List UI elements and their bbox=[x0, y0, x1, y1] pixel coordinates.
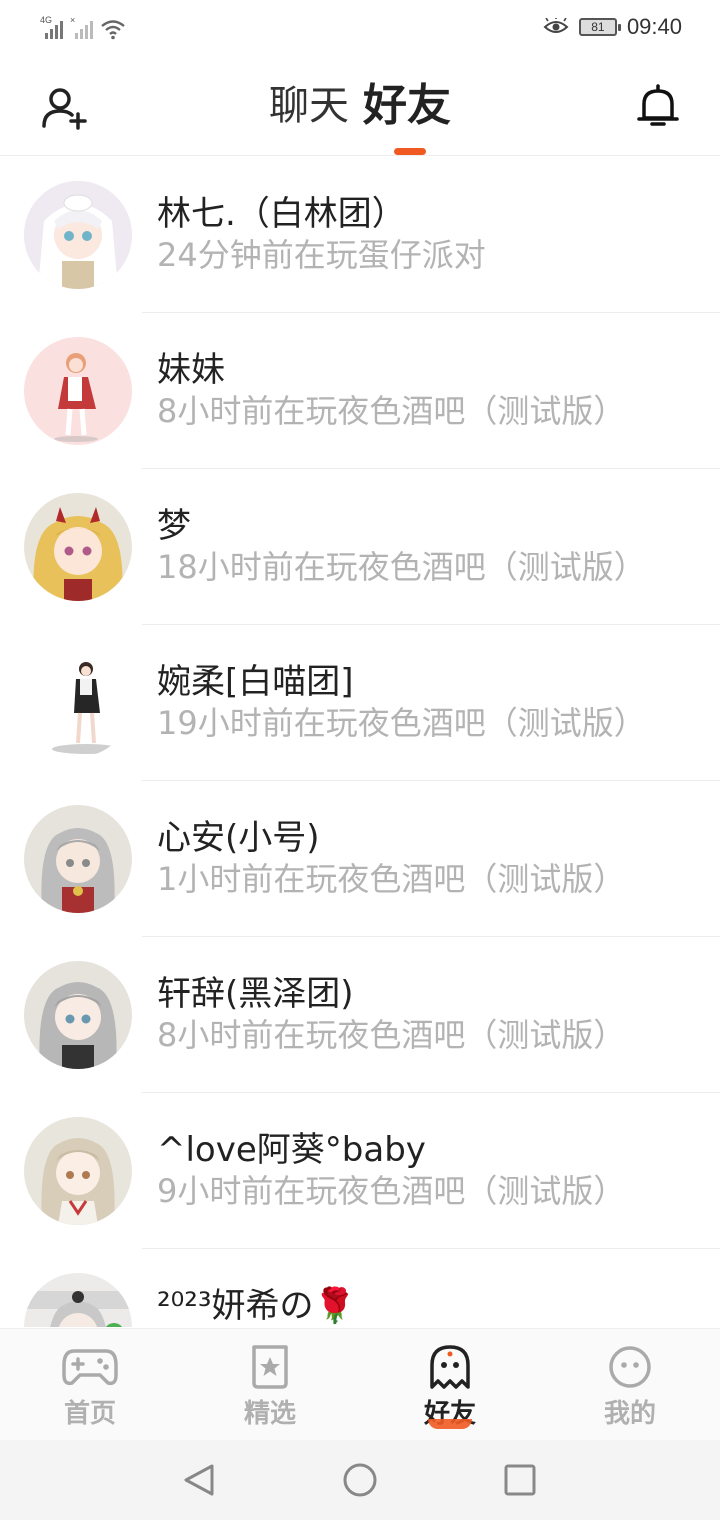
status-bar: 4G × 81 09:40 bbox=[0, 0, 720, 56]
star-bookmark-icon bbox=[252, 1345, 288, 1389]
system-nav-bar bbox=[0, 1440, 720, 1520]
active-tab-indicator bbox=[394, 148, 426, 155]
home-icon[interactable] bbox=[342, 1462, 378, 1498]
nav-featured[interactable]: 精选 bbox=[180, 1329, 360, 1440]
wifi-icon bbox=[101, 20, 125, 40]
friend-row[interactable]: 林七.（白林团） 24分钟前在玩蛋仔派对 bbox=[0, 157, 720, 313]
friend-status: 8小时前在玩夜色酒吧（测试版） bbox=[157, 1016, 626, 1054]
nav-friends[interactable]: 好友 bbox=[360, 1329, 540, 1440]
friend-status: 1小时前在玩夜色酒吧（测试版） bbox=[157, 860, 626, 898]
avatar[interactable] bbox=[24, 493, 132, 601]
nav-home[interactable]: 首页 bbox=[0, 1329, 180, 1440]
friend-status: 8小时前在玩夜色酒吧（测试版） bbox=[157, 392, 626, 430]
friend-row[interactable]: ²⁰²³妍希の🌹 bbox=[0, 1249, 720, 1327]
friend-name: 心安(小号) bbox=[157, 818, 320, 858]
avatar[interactable] bbox=[24, 337, 132, 445]
avatar[interactable] bbox=[24, 649, 132, 757]
tab-friends[interactable]: 好友 bbox=[363, 80, 451, 132]
recents-icon[interactable] bbox=[502, 1462, 538, 1498]
header-tabs: 聊天 好友 bbox=[0, 80, 720, 132]
bottom-nav: 首页 精选 好友 我的 bbox=[0, 1328, 720, 1440]
friend-status: 19小时前在玩夜色酒吧（测试版） bbox=[157, 704, 646, 742]
signal-icon: 4G bbox=[40, 16, 64, 40]
top-header: 聊天 好友 bbox=[0, 56, 720, 156]
friend-name: 妹妹 bbox=[157, 350, 225, 390]
nav-me[interactable]: 我的 bbox=[540, 1329, 720, 1440]
friend-row[interactable]: 妹妹 8小时前在玩夜色酒吧（测试版） bbox=[0, 313, 720, 469]
nav-me-label: 我的 bbox=[603, 1399, 656, 1429]
friend-name: 梦 bbox=[157, 506, 191, 546]
avatar[interactable] bbox=[24, 1117, 132, 1225]
gamepad-icon bbox=[62, 1349, 118, 1386]
eye-comfort-icon bbox=[543, 18, 569, 33]
friend-list[interactable]: 林七.（白林团） 24分钟前在玩蛋仔派对 妹妹 8小时前在玩夜色酒吧（测试版） … bbox=[0, 157, 720, 1327]
tab-chat[interactable]: 聊天 bbox=[269, 80, 349, 132]
bell-icon[interactable] bbox=[636, 82, 680, 130]
friend-name: ^love阿葵°baby bbox=[157, 1130, 426, 1170]
smiley-icon bbox=[609, 1346, 651, 1388]
friend-name: 轩辞(黑泽团) bbox=[157, 974, 354, 1014]
clock: 09:40 bbox=[626, 14, 682, 39]
avatar[interactable] bbox=[24, 1273, 132, 1327]
avatar[interactable] bbox=[24, 181, 132, 289]
ghost-icon bbox=[430, 1345, 470, 1389]
back-icon[interactable] bbox=[182, 1462, 218, 1498]
status-left: 4G × bbox=[40, 12, 126, 40]
status-right: 81 09:40 bbox=[543, 14, 682, 40]
nav-featured-label: 精选 bbox=[243, 1399, 296, 1429]
friend-name: 林七.（白林团） bbox=[157, 194, 406, 234]
friend-row[interactable]: 轩辞(黑泽团) 8小时前在玩夜色酒吧（测试版） bbox=[0, 937, 720, 1093]
avatar[interactable] bbox=[24, 961, 132, 1069]
battery-icon: 81 bbox=[578, 18, 621, 36]
battery-level: 81 bbox=[591, 20, 605, 34]
friend-row[interactable]: ^love阿葵°baby 9小时前在玩夜色酒吧（测试版） bbox=[0, 1093, 720, 1249]
friend-status: 18小时前在玩夜色酒吧（测试版） bbox=[157, 548, 646, 586]
friend-row[interactable]: 梦 18小时前在玩夜色酒吧（测试版） bbox=[0, 469, 720, 625]
friend-status: 24分钟前在玩蛋仔派对 bbox=[157, 236, 486, 274]
nav-home-label: 首页 bbox=[63, 1399, 116, 1429]
friend-name: ²⁰²³妍希の🌹 bbox=[157, 1286, 356, 1326]
friend-row[interactable]: 心安(小号) 1小时前在玩夜色酒吧（测试版） bbox=[0, 781, 720, 937]
signal-icon: × bbox=[70, 16, 94, 40]
friend-status: 9小时前在玩夜色酒吧（测试版） bbox=[157, 1172, 626, 1210]
friend-row[interactable]: 婉柔[白喵团] 19小时前在玩夜色酒吧（测试版） bbox=[0, 625, 720, 781]
nav-active-indicator bbox=[428, 1419, 472, 1429]
avatar[interactable] bbox=[24, 805, 132, 913]
friend-name: 婉柔[白喵团] bbox=[157, 662, 354, 702]
